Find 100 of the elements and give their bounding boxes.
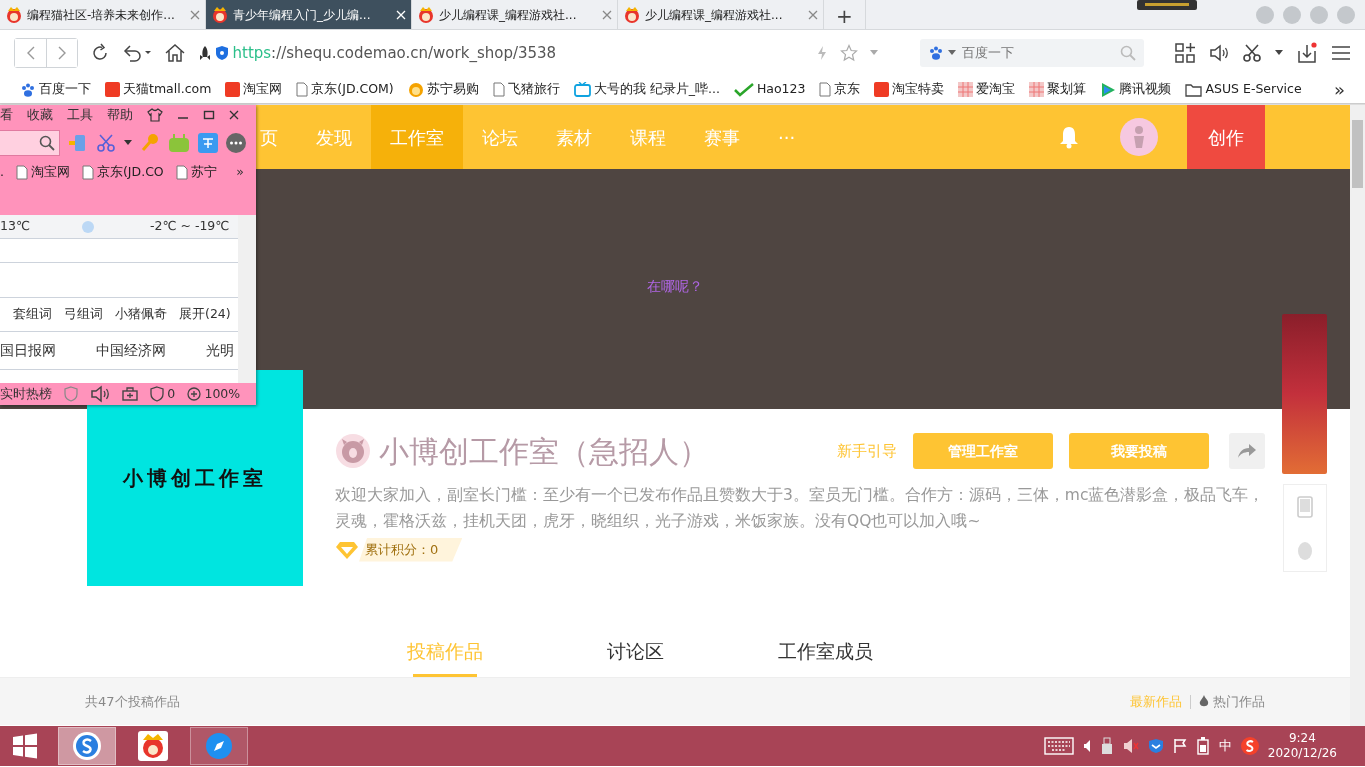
clock-time[interactable]: 9:24 bbox=[1288, 731, 1316, 746]
zoom-in-icon[interactable] bbox=[187, 387, 202, 401]
bookmark-link[interactable]: 飞猪旅行 bbox=[492, 80, 560, 99]
caret-icon[interactable] bbox=[948, 50, 956, 56]
play-icon bbox=[1100, 81, 1117, 98]
s-logo-icon[interactable] bbox=[1240, 737, 1259, 755]
refresh-icon[interactable] bbox=[90, 43, 110, 63]
site-link[interactable]: 光明 bbox=[206, 340, 234, 361]
bookmark-link[interactable]: 京东(JD.CO bbox=[82, 162, 164, 182]
bookmark-link[interactable]: 天猫tmall.com bbox=[105, 80, 212, 99]
mascot-icon bbox=[211, 5, 229, 24]
s-logo-icon bbox=[72, 731, 102, 761]
translate-icon[interactable] bbox=[198, 133, 218, 153]
bookmark-link[interactable]: 苏宁 bbox=[175, 162, 217, 182]
bookmark-link[interactable]: 京东 bbox=[819, 80, 861, 99]
temperature-text: 13℃ bbox=[0, 217, 30, 236]
bookmark-link[interactable]: 百度一下 bbox=[20, 80, 91, 99]
more-icon[interactable] bbox=[226, 133, 246, 153]
menu-item[interactable]: 帮助 bbox=[107, 105, 133, 125]
windows-logo-icon[interactable] bbox=[12, 733, 38, 759]
url-text[interactable]: https://shequ.codemao.cn/work_shop/3538 bbox=[232, 41, 557, 65]
undo-icon[interactable] bbox=[122, 43, 152, 63]
menu-icon[interactable] bbox=[1331, 45, 1351, 61]
zoom-level[interactable]: 100% bbox=[204, 384, 241, 404]
menu-item[interactable]: 收藏 bbox=[27, 105, 53, 125]
word-link[interactable]: 套组词 bbox=[13, 305, 52, 324]
speaker-icon[interactable] bbox=[1082, 739, 1091, 753]
word-link[interactable]: 弓组词 bbox=[64, 305, 103, 324]
caret-icon[interactable] bbox=[124, 140, 132, 146]
keyboard-icon[interactable] bbox=[1043, 737, 1074, 755]
shield-icon[interactable] bbox=[1147, 738, 1164, 754]
caret-icon[interactable] bbox=[1275, 50, 1283, 56]
bookmark-link[interactable]: Hao123 bbox=[733, 80, 806, 99]
pig-badge-icon bbox=[335, 433, 371, 469]
bookmark-link[interactable]: 爱淘宝 bbox=[958, 80, 1016, 99]
download-icon[interactable] bbox=[1296, 42, 1318, 64]
usb-drive-icon[interactable] bbox=[1099, 737, 1114, 755]
star-icon[interactable] bbox=[840, 44, 858, 62]
close-icon[interactable] bbox=[229, 110, 239, 120]
share-icon bbox=[1237, 443, 1257, 459]
browser-tab[interactable]: 少儿编程课_编程游戏社... bbox=[412, 0, 618, 29]
bookmark-link[interactable]: 苏宁易购 bbox=[407, 80, 479, 99]
content-tab[interactable]: 工作室成员 bbox=[730, 626, 920, 677]
input-method-label[interactable]: 中 bbox=[1218, 736, 1232, 756]
ad-block-icon[interactable] bbox=[150, 386, 164, 402]
toolbox-icon[interactable] bbox=[122, 387, 138, 401]
bookmark-link[interactable]: 淘宝特卖 bbox=[874, 80, 945, 99]
battery-icon[interactable] bbox=[1195, 737, 1210, 755]
page-icon bbox=[175, 164, 188, 180]
bookmark-link[interactable]: ASUS E-Service bbox=[1185, 80, 1302, 99]
create-button[interactable]: 创作 bbox=[1187, 105, 1265, 169]
speaker-icon[interactable] bbox=[90, 384, 110, 404]
speaker-icon[interactable] bbox=[1209, 43, 1229, 63]
search-icon[interactable] bbox=[39, 135, 55, 151]
share-button[interactable] bbox=[1229, 433, 1265, 469]
taskbar-app[interactable] bbox=[58, 727, 116, 765]
bookmark-link[interactable]: 腾讯视频 bbox=[1100, 80, 1172, 99]
menu-item[interactable]: 看 bbox=[0, 105, 13, 125]
bookmark-link[interactable]: 淘宝网 bbox=[16, 162, 70, 182]
scrollbar[interactable] bbox=[1350, 105, 1365, 726]
score-label: 累计积分：0 bbox=[359, 538, 463, 562]
volume-icon[interactable] bbox=[1122, 738, 1139, 754]
more-bookmarks-button[interactable]: » bbox=[236, 162, 244, 182]
new-tab-button[interactable]: + bbox=[824, 0, 866, 29]
ad-banner-image[interactable] bbox=[1282, 314, 1327, 474]
browser-tab[interactable]: 青少年编程入门_少儿编... bbox=[206, 0, 412, 29]
search-bar[interactable]: 百度一下 bbox=[920, 39, 1144, 67]
pattern-icon bbox=[1029, 82, 1045, 97]
bookmark-link[interactable]: 大号的我 纪录片_哔... bbox=[573, 80, 720, 99]
scissors-icon[interactable] bbox=[1242, 43, 1262, 63]
search-field[interactable] bbox=[0, 130, 60, 156]
maximize-icon[interactable] bbox=[203, 109, 215, 121]
menu-item[interactable]: 工具 bbox=[67, 105, 93, 125]
shirt-icon[interactable] bbox=[147, 108, 163, 122]
browser-tab[interactable]: 少儿编程课_编程游戏社... bbox=[618, 0, 824, 29]
check-icon bbox=[733, 82, 754, 97]
flag-icon[interactable] bbox=[1172, 738, 1187, 754]
banner-text: 在哪呢？ bbox=[647, 276, 703, 296]
bookmark-link[interactable]: 聚划算 bbox=[1029, 80, 1087, 99]
search-field[interactable]: 百度一下 bbox=[960, 42, 1116, 64]
bookmark-link[interactable]: 京东(JD.COM) bbox=[296, 80, 394, 99]
content-tab[interactable]: 讨论区 bbox=[540, 626, 730, 677]
word-link[interactable]: 小猪佩奇 bbox=[115, 305, 167, 324]
home-icon[interactable] bbox=[164, 43, 186, 63]
word-link[interactable]: 展开(24) bbox=[179, 305, 231, 324]
site-link[interactable]: 国日报网 bbox=[0, 340, 56, 361]
apps-icon[interactable] bbox=[1174, 42, 1196, 64]
hot-list-link[interactable]: 实时热榜 bbox=[0, 384, 52, 404]
mascot-icon bbox=[138, 731, 168, 761]
diamond-icon bbox=[335, 539, 359, 560]
scrollbar[interactable] bbox=[238, 215, 256, 383]
studio-name: 小博创工作室（急招人） bbox=[379, 432, 709, 471]
site-link[interactable]: 中国经济网 bbox=[96, 340, 166, 361]
bookmark-link[interactable]: 淘宝网 bbox=[225, 80, 283, 99]
paw-icon bbox=[20, 81, 36, 98]
page-icon bbox=[82, 164, 94, 180]
more-bookmarks-button[interactable]: » bbox=[1334, 76, 1345, 103]
temperature-text: -2℃ ~ -19℃ bbox=[149, 217, 230, 236]
forward-icon bbox=[57, 46, 67, 60]
clock-date[interactable]: 2020/12/26 bbox=[1267, 746, 1337, 761]
